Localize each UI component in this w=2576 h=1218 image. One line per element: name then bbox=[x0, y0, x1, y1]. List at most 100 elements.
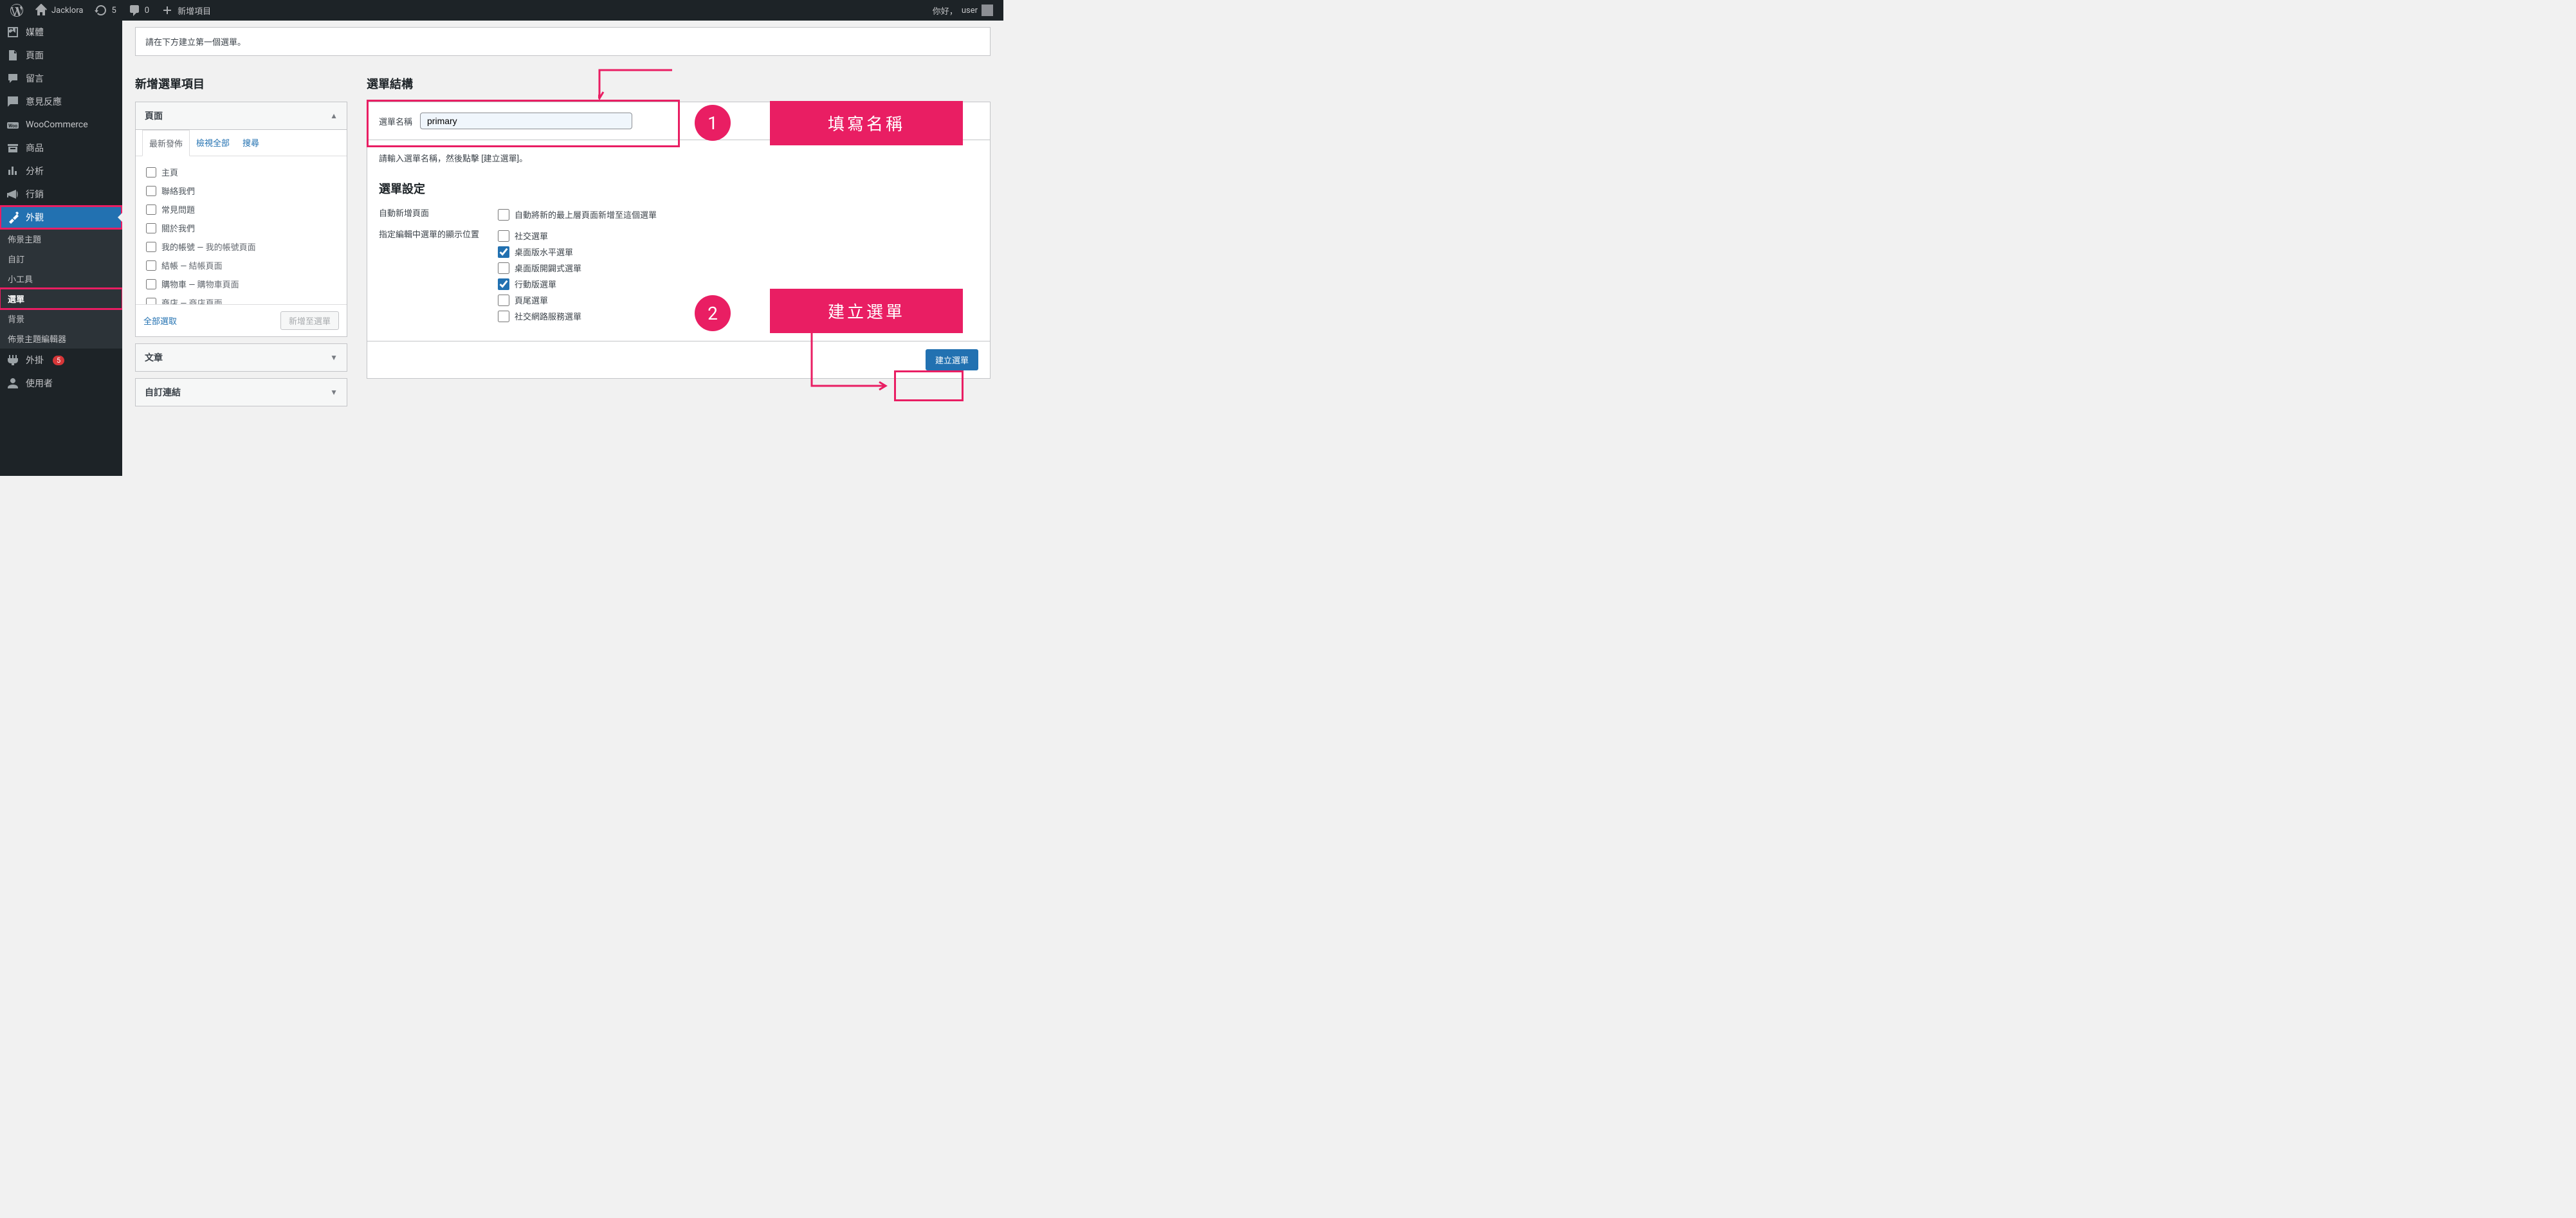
username: user bbox=[962, 6, 978, 15]
page-list[interactable]: 主頁聯絡我們常見問題關於我們我的帳號 — 我的帳號頁面結帳 — 結帳頁面購物車 … bbox=[136, 156, 347, 304]
page-list-item[interactable]: 我的帳號 — 我的帳號頁面 bbox=[143, 237, 339, 256]
sidebar-item-label: 意見反應 bbox=[26, 95, 62, 108]
sidebar-item-page[interactable]: 頁面 bbox=[0, 44, 122, 67]
location-label: 社交選單 bbox=[515, 230, 548, 242]
page-checkbox[interactable] bbox=[146, 223, 156, 233]
tab-search[interactable]: 搜尋 bbox=[236, 130, 266, 156]
sidebar-item-marketing[interactable]: 行銷 bbox=[0, 183, 122, 206]
notice-banner: 請在下方建立第一個選單。 bbox=[135, 27, 991, 56]
sidebar-item-comment[interactable]: 留言 bbox=[0, 67, 122, 90]
badge: 5 bbox=[53, 356, 64, 365]
page-item-label: 關於我們 bbox=[161, 222, 195, 234]
sidebar-item-feedback[interactable]: 意見反應 bbox=[0, 90, 122, 113]
sidebar-subitem[interactable]: 背景 bbox=[0, 309, 122, 329]
sidebar-item-plugins[interactable]: 外掛5 bbox=[0, 349, 122, 372]
accordion-posts-header[interactable]: 文章 ▼ bbox=[136, 344, 347, 371]
menu-structure-panel: 選單名稱 請輸入選單名稱，然後點擊 [建立選單]。 選單設定 自動新增頁面 bbox=[367, 102, 991, 379]
menu-name-label: 選單名稱 bbox=[379, 115, 412, 127]
sidebar-subitem[interactable]: 小工具 bbox=[0, 269, 122, 289]
page-checkbox[interactable] bbox=[146, 260, 156, 271]
auto-add-option-label: 自動將新的最上層頁面新增至這個選單 bbox=[515, 208, 657, 221]
site-link[interactable]: Jacklora bbox=[30, 0, 88, 21]
caret-down-icon: ▼ bbox=[330, 353, 338, 362]
woo-icon: Woo bbox=[6, 118, 19, 131]
page-checkbox[interactable] bbox=[146, 279, 156, 289]
avatar bbox=[982, 5, 993, 16]
accordion-pages-header[interactable]: 頁面 ▲ bbox=[136, 102, 347, 129]
site-name: Jacklora bbox=[51, 6, 83, 15]
add-to-menu-button[interactable]: 新增至選單 bbox=[280, 311, 339, 330]
page-list-item[interactable]: 常見問題 bbox=[143, 200, 339, 219]
settings-heading: 選單設定 bbox=[379, 180, 978, 197]
sidebar-item-label: WooCommerce bbox=[26, 120, 88, 130]
page-list-item[interactable]: 主頁 bbox=[143, 163, 339, 181]
new-content-link[interactable]: 新增項目 bbox=[156, 0, 216, 21]
page-checkbox[interactable] bbox=[146, 167, 156, 177]
product-icon bbox=[6, 141, 19, 154]
sidebar-item-users[interactable]: 使用者 bbox=[0, 372, 122, 395]
comment-icon bbox=[128, 4, 141, 17]
greeting: 你好， bbox=[933, 5, 958, 17]
tab-view-all[interactable]: 檢視全部 bbox=[190, 130, 236, 156]
page-list-item[interactable]: 商店 — 商店頁面 bbox=[143, 293, 339, 304]
create-menu-button[interactable]: 建立選單 bbox=[926, 349, 978, 370]
page-checkbox[interactable] bbox=[146, 242, 156, 252]
location-label: 頁尾選單 bbox=[515, 294, 548, 306]
sidebar-item-product[interactable]: 商品 bbox=[0, 136, 122, 159]
sidebar-item-appearance[interactable]: 外觀 bbox=[0, 206, 122, 229]
wp-logo[interactable] bbox=[5, 0, 28, 21]
main-content: 請在下方建立第一個選單。 新增選單項目 頁面 ▲ 最新發佈 檢視全部 bbox=[122, 21, 1003, 476]
updates-link[interactable]: 5 bbox=[89, 0, 121, 21]
comments-link[interactable]: 0 bbox=[123, 0, 154, 21]
page-item-label: 聯絡我們 bbox=[161, 185, 195, 197]
location-checkbox[interactable] bbox=[498, 295, 509, 306]
updates-count: 5 bbox=[111, 6, 116, 15]
auto-add-label: 自動新增頁面 bbox=[379, 206, 498, 219]
sidebar-subitem[interactable]: 佈景主題編輯器 bbox=[0, 329, 122, 349]
sidebar-item-label: 使用者 bbox=[26, 377, 53, 390]
plus-icon bbox=[161, 4, 174, 17]
feedback-icon bbox=[6, 95, 19, 108]
menu-name-input[interactable] bbox=[420, 113, 632, 129]
notice-text: 請在下方建立第一個選單。 bbox=[145, 38, 246, 48]
page-checkbox[interactable] bbox=[146, 298, 156, 305]
location-option: 頁尾選單 bbox=[498, 292, 978, 308]
page-list-item[interactable]: 關於我們 bbox=[143, 219, 339, 237]
page-item-label: 結帳 — 結帳頁面 bbox=[161, 259, 223, 271]
page-list-item[interactable]: 購物車 — 購物車頁面 bbox=[143, 275, 339, 293]
account-menu[interactable]: 你好， user bbox=[927, 0, 998, 21]
page-list-item[interactable]: 結帳 — 結帳頁面 bbox=[143, 256, 339, 275]
page-list-item[interactable]: 聯絡我們 bbox=[143, 181, 339, 200]
auto-add-checkbox[interactable] bbox=[498, 209, 509, 221]
sidebar-item-analytics[interactable]: 分析 bbox=[0, 159, 122, 183]
location-option: 行動版選單 bbox=[498, 276, 978, 292]
sidebar-subitem[interactable]: 自訂 bbox=[0, 249, 122, 269]
structure-heading: 選單結構 bbox=[367, 75, 991, 92]
location-checkbox[interactable] bbox=[498, 230, 509, 242]
select-all-link[interactable]: 全部選取 bbox=[143, 314, 177, 327]
location-option: 社交網路服務選單 bbox=[498, 308, 978, 324]
sidebar-item-label: 媒體 bbox=[26, 26, 44, 39]
location-checkbox[interactable] bbox=[498, 311, 509, 322]
page-checkbox[interactable] bbox=[146, 186, 156, 196]
sidebar-item-label: 頁面 bbox=[26, 49, 44, 62]
add-items-heading: 新增選單項目 bbox=[135, 75, 347, 92]
page-item-label: 購物車 — 購物車頁面 bbox=[161, 278, 239, 290]
location-checkbox[interactable] bbox=[498, 246, 509, 258]
location-checkbox[interactable] bbox=[498, 262, 509, 274]
sidebar-item-media[interactable]: 媒體 bbox=[0, 21, 122, 44]
page-item-label: 主頁 bbox=[161, 166, 178, 178]
caret-down-icon: ▼ bbox=[330, 388, 338, 397]
sidebar-item-woo[interactable]: Woo WooCommerce bbox=[0, 113, 122, 136]
location-checkbox[interactable] bbox=[498, 278, 509, 290]
accordion-posts: 文章 ▼ bbox=[135, 343, 347, 372]
sidebar-item-label: 商品 bbox=[26, 141, 44, 154]
new-content-label: 新增項目 bbox=[178, 5, 211, 17]
sidebar-subitem[interactable]: 佈景主題 bbox=[0, 229, 122, 249]
page-checkbox[interactable] bbox=[146, 205, 156, 215]
accordion-custom-links-header[interactable]: 自訂連結 ▼ bbox=[136, 379, 347, 406]
sidebar-item-label: 外觀 bbox=[26, 211, 44, 224]
sidebar-subitem[interactable]: 選單 bbox=[0, 289, 122, 309]
location-label: 行動版選單 bbox=[515, 278, 556, 290]
tab-recent[interactable]: 最新發佈 bbox=[142, 130, 190, 156]
